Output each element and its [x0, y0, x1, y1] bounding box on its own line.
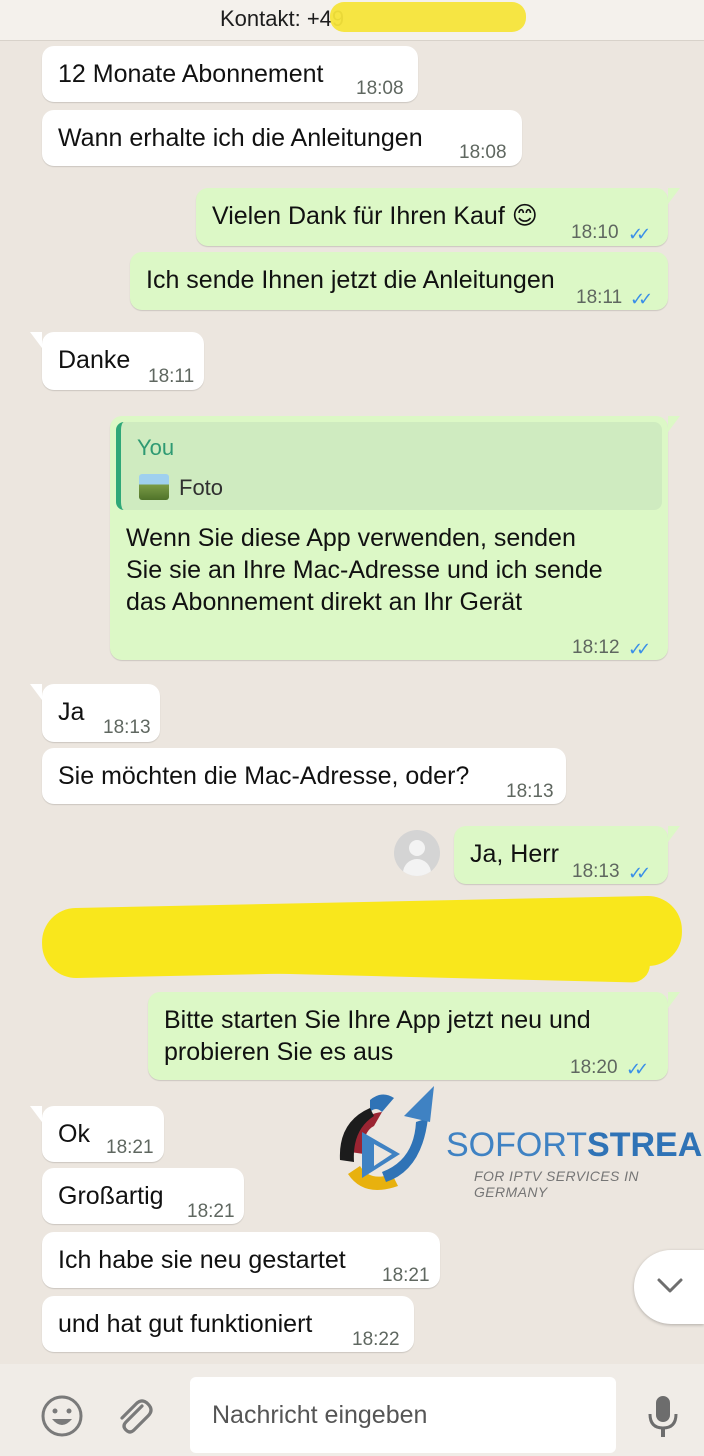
message-time: 18:21 [187, 1201, 235, 1222]
message-bubble[interactable]: Ja 18:13 [30, 684, 160, 742]
message-bubble-with-reply[interactable]: You Foto Wenn Sie diese App verwenden, s… [110, 416, 680, 660]
read-receipt-icon: ✓✓ [628, 224, 651, 244]
message-text: Ich habe sie neu gestartet [58, 1246, 346, 1274]
message-time: 18:11 [148, 366, 195, 387]
message-text: Großartig [58, 1182, 164, 1210]
message-text: Wann erhalte ich die Anleitungen [58, 124, 423, 152]
message-time: 18:21 [106, 1137, 154, 1158]
brand-tagline: FOR IPTV SERVICES IN GERMANY [474, 1168, 639, 1200]
message-text: Ok [58, 1120, 90, 1148]
message-bubble[interactable]: Ja, Herr 18:13 ✓✓ [454, 826, 680, 884]
scroll-down-button[interactable] [634, 1250, 704, 1324]
quoted-label: Foto [179, 475, 224, 500]
chat-header: Kontakt: +49 [0, 0, 704, 41]
message-bubble[interactable]: Ich sende Ihnen jetzt die Anleitungen 18… [130, 252, 668, 310]
message-time: 18:21 [382, 1265, 430, 1286]
redaction-mark [330, 2, 526, 32]
message-bubble[interactable]: Großartig 18:21 [42, 1168, 244, 1224]
message-bubble[interactable]: Ok 18:21 [30, 1106, 164, 1162]
message-text: Vielen Dank für Ihren Kauf 😊 [212, 202, 538, 230]
message-bubble[interactable]: Wann erhalte ich die Anleitungen 18:08 [42, 110, 522, 166]
message-text: Ja, Herr [470, 840, 559, 868]
brand-logo [339, 1086, 434, 1190]
message-time: 18:10 [571, 222, 619, 243]
brand-watermark: SOFORTSTREAM [446, 1126, 704, 1165]
brand-bold: STREAM [587, 1126, 704, 1164]
composer-bar: Nachricht eingeben [0, 1364, 704, 1456]
message-text: Danke [58, 346, 131, 374]
message-input-placeholder: Nachricht eingeben [212, 1401, 428, 1429]
emoji-icon[interactable] [40, 1394, 84, 1438]
avatar-icon [394, 830, 440, 876]
message-time: 18:20 [570, 1057, 618, 1078]
mic-icon[interactable] [646, 1394, 680, 1440]
message-time: 18:22 [352, 1329, 400, 1350]
message-text: Wenn Sie diese App verwenden, senden Sie… [126, 524, 603, 616]
message-text: Ja [58, 698, 85, 726]
message-text: und hat gut funktioniert [58, 1310, 313, 1338]
message-bubble[interactable]: Ich habe sie neu gestartet 18:21 [42, 1232, 440, 1288]
brand-light: SOFORT [446, 1126, 588, 1164]
chevron-down-icon [657, 1278, 683, 1293]
message-text: Ich sende Ihnen jetzt die Anleitungen [146, 266, 555, 294]
attach-icon[interactable] [112, 1394, 156, 1438]
message-text: Sie möchten die Mac-Adresse, oder? [58, 762, 470, 790]
message-time: 18:08 [356, 78, 404, 99]
message-bubble[interactable]: 12 Monate Abonnement 18:08 [42, 46, 418, 102]
message-time: 18:11 [576, 287, 623, 308]
message-time: 18:13 [506, 781, 554, 802]
read-receipt-icon: ✓✓ [628, 639, 651, 659]
message-bubble[interactable]: Danke 18:11 [30, 332, 204, 390]
message-time: 18:13 [103, 717, 151, 738]
photo-thumbnail-icon [139, 474, 169, 500]
message-text: Bitte starten Sie Ihre App jetzt neu und… [164, 1006, 591, 1066]
message-time: 18:13 [572, 861, 620, 882]
message-bubble[interactable]: Bitte starten Sie Ihre App jetzt neu und… [148, 992, 680, 1080]
message-time: 18:08 [459, 142, 507, 163]
message-bubble[interactable]: und hat gut funktioniert 18:22 [42, 1296, 414, 1352]
message-bubble[interactable]: Vielen Dank für Ihren Kauf 😊 18:10 ✓✓ [196, 188, 680, 246]
message-text: 12 Monate Abonnement [58, 60, 324, 88]
message-bubble[interactable]: Sie möchten die Mac-Adresse, oder? 18:13 [42, 748, 566, 804]
read-receipt-icon: ✓✓ [626, 1059, 649, 1079]
message-time: 18:12 [572, 637, 620, 658]
read-receipt-icon: ✓✓ [628, 863, 651, 883]
quoted-message[interactable]: You Foto [116, 422, 662, 510]
contact-title[interactable]: Kontakt: +49 [220, 6, 344, 32]
message-input[interactable]: Nachricht eingeben [190, 1377, 616, 1453]
read-receipt-icon: ✓✓ [630, 289, 653, 309]
quoted-author: You [137, 435, 175, 460]
